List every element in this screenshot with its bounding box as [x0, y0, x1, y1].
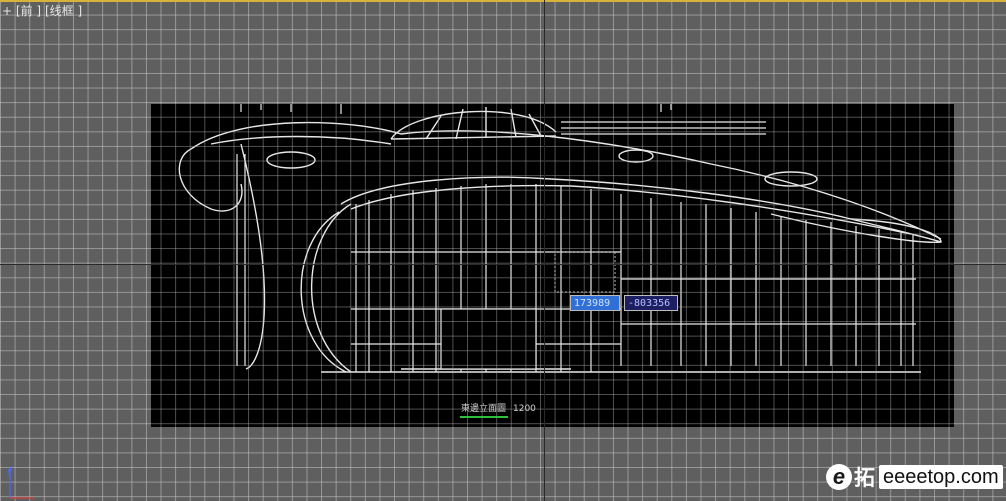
drawing-caption-underline — [460, 416, 508, 418]
watermark-domain: eeeetop.com — [879, 465, 1003, 489]
drawing-caption: 東邊立面圖 — [461, 404, 507, 414]
site-watermark: e 拓 eeeetop.com — [826, 462, 1004, 492]
drawing-scale: 1200 — [513, 404, 536, 414]
y-coordinate-field[interactable]: -803356 — [624, 295, 678, 311]
axis-tripod-icon: z — [4, 464, 40, 500]
viewport-shading-mode[interactable]: 线框 — [50, 4, 74, 18]
svg-text:z: z — [7, 469, 11, 477]
viewport-bracket-close: ] — [36, 4, 42, 18]
elevation-drawing — [178, 104, 942, 373]
viewport-plus-menu[interactable]: + — [2, 4, 12, 18]
elevation-reference-image — [151, 104, 954, 427]
viewport-view-name[interactable]: 前 — [21, 4, 33, 18]
world-axis-horizontal — [0, 264, 1006, 265]
front-viewport[interactable]: + [前 ] [线框 ] 東邊立面圖 1200 173989 -803356 z… — [0, 0, 1006, 501]
viewport-label-menu[interactable]: + [前 ] [线框 ] — [2, 4, 82, 18]
world-axis-vertical — [544, 0, 545, 501]
viewport-bracket-close-2: ] — [77, 4, 83, 18]
watermark-logo-icon: e — [826, 464, 852, 490]
active-viewport-border — [0, 0, 1006, 2]
watermark-logo-char: 拓 — [854, 467, 875, 490]
x-coordinate-field[interactable]: 173989 — [570, 295, 620, 311]
